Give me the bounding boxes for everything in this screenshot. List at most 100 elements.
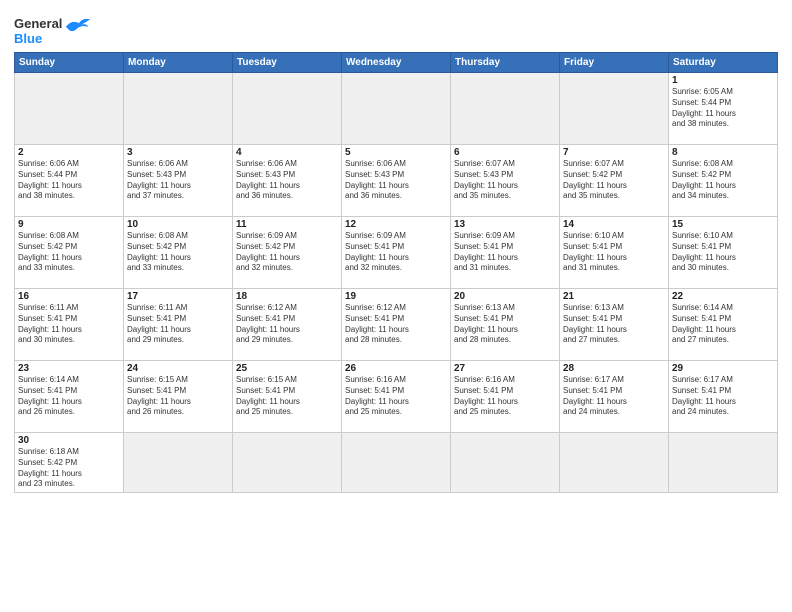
day-number: 3	[127, 147, 229, 158]
day-number: 26	[345, 363, 447, 374]
calendar-cell: 3Sunrise: 6:06 AM Sunset: 5:43 PM Daylig…	[124, 145, 233, 217]
weekday-header-friday: Friday	[560, 53, 669, 73]
day-number: 1	[672, 75, 774, 86]
day-info: Sunrise: 6:06 AM Sunset: 5:43 PM Dayligh…	[345, 159, 447, 202]
calendar-cell: 14Sunrise: 6:10 AM Sunset: 5:41 PM Dayli…	[560, 217, 669, 289]
calendar-cell: 13Sunrise: 6:09 AM Sunset: 5:41 PM Dayli…	[451, 217, 560, 289]
calendar-cell	[342, 433, 451, 493]
day-number: 21	[563, 291, 665, 302]
calendar-cell	[451, 433, 560, 493]
calendar-table: SundayMondayTuesdayWednesdayThursdayFrid…	[14, 52, 778, 493]
logo-blue-text: Blue	[14, 31, 42, 46]
calendar-cell: 18Sunrise: 6:12 AM Sunset: 5:41 PM Dayli…	[233, 289, 342, 361]
day-number: 25	[236, 363, 338, 374]
day-info: Sunrise: 6:14 AM Sunset: 5:41 PM Dayligh…	[672, 303, 774, 346]
calendar-cell: 24Sunrise: 6:15 AM Sunset: 5:41 PM Dayli…	[124, 361, 233, 433]
calendar-cell: 2Sunrise: 6:06 AM Sunset: 5:44 PM Daylig…	[15, 145, 124, 217]
day-info: Sunrise: 6:12 AM Sunset: 5:41 PM Dayligh…	[236, 303, 338, 346]
calendar-cell: 5Sunrise: 6:06 AM Sunset: 5:43 PM Daylig…	[342, 145, 451, 217]
page-header: General Blue	[14, 10, 778, 46]
calendar-cell: 20Sunrise: 6:13 AM Sunset: 5:41 PM Dayli…	[451, 289, 560, 361]
day-number: 14	[563, 219, 665, 230]
day-info: Sunrise: 6:10 AM Sunset: 5:41 PM Dayligh…	[563, 231, 665, 274]
day-info: Sunrise: 6:09 AM Sunset: 5:41 PM Dayligh…	[345, 231, 447, 274]
calendar-cell	[233, 433, 342, 493]
calendar-cell: 25Sunrise: 6:15 AM Sunset: 5:41 PM Dayli…	[233, 361, 342, 433]
calendar-cell	[342, 73, 451, 145]
day-info: Sunrise: 6:05 AM Sunset: 5:44 PM Dayligh…	[672, 87, 774, 130]
day-info: Sunrise: 6:07 AM Sunset: 5:43 PM Dayligh…	[454, 159, 556, 202]
weekday-header-monday: Monday	[124, 53, 233, 73]
day-info: Sunrise: 6:13 AM Sunset: 5:41 PM Dayligh…	[454, 303, 556, 346]
calendar-cell: 10Sunrise: 6:08 AM Sunset: 5:42 PM Dayli…	[124, 217, 233, 289]
logo-bird-icon	[64, 15, 92, 33]
calendar-cell	[124, 73, 233, 145]
calendar-cell: 17Sunrise: 6:11 AM Sunset: 5:41 PM Dayli…	[124, 289, 233, 361]
day-info: Sunrise: 6:08 AM Sunset: 5:42 PM Dayligh…	[672, 159, 774, 202]
calendar-cell: 21Sunrise: 6:13 AM Sunset: 5:41 PM Dayli…	[560, 289, 669, 361]
day-number: 28	[563, 363, 665, 374]
day-info: Sunrise: 6:11 AM Sunset: 5:41 PM Dayligh…	[127, 303, 229, 346]
day-number: 18	[236, 291, 338, 302]
calendar-cell: 6Sunrise: 6:07 AM Sunset: 5:43 PM Daylig…	[451, 145, 560, 217]
calendar-cell: 1Sunrise: 6:05 AM Sunset: 5:44 PM Daylig…	[669, 73, 778, 145]
day-number: 9	[18, 219, 120, 230]
day-info: Sunrise: 6:17 AM Sunset: 5:41 PM Dayligh…	[672, 375, 774, 418]
day-number: 2	[18, 147, 120, 158]
day-number: 23	[18, 363, 120, 374]
day-info: Sunrise: 6:09 AM Sunset: 5:42 PM Dayligh…	[236, 231, 338, 274]
weekday-header-tuesday: Tuesday	[233, 53, 342, 73]
day-info: Sunrise: 6:14 AM Sunset: 5:41 PM Dayligh…	[18, 375, 120, 418]
day-number: 30	[18, 435, 120, 446]
day-number: 5	[345, 147, 447, 158]
day-info: Sunrise: 6:10 AM Sunset: 5:41 PM Dayligh…	[672, 231, 774, 274]
day-info: Sunrise: 6:15 AM Sunset: 5:41 PM Dayligh…	[236, 375, 338, 418]
calendar-cell: 19Sunrise: 6:12 AM Sunset: 5:41 PM Dayli…	[342, 289, 451, 361]
day-number: 29	[672, 363, 774, 374]
day-number: 11	[236, 219, 338, 230]
day-number: 17	[127, 291, 229, 302]
day-info: Sunrise: 6:06 AM Sunset: 5:44 PM Dayligh…	[18, 159, 120, 202]
calendar-cell: 4Sunrise: 6:06 AM Sunset: 5:43 PM Daylig…	[233, 145, 342, 217]
day-number: 24	[127, 363, 229, 374]
calendar-cell: 30Sunrise: 6:18 AM Sunset: 5:42 PM Dayli…	[15, 433, 124, 493]
day-info: Sunrise: 6:12 AM Sunset: 5:41 PM Dayligh…	[345, 303, 447, 346]
day-number: 10	[127, 219, 229, 230]
day-number: 16	[18, 291, 120, 302]
calendar-cell: 22Sunrise: 6:14 AM Sunset: 5:41 PM Dayli…	[669, 289, 778, 361]
day-info: Sunrise: 6:11 AM Sunset: 5:41 PM Dayligh…	[18, 303, 120, 346]
calendar-cell: 12Sunrise: 6:09 AM Sunset: 5:41 PM Dayli…	[342, 217, 451, 289]
day-info: Sunrise: 6:15 AM Sunset: 5:41 PM Dayligh…	[127, 375, 229, 418]
day-number: 19	[345, 291, 447, 302]
day-number: 8	[672, 147, 774, 158]
day-info: Sunrise: 6:09 AM Sunset: 5:41 PM Dayligh…	[454, 231, 556, 274]
day-number: 15	[672, 219, 774, 230]
calendar-cell	[451, 73, 560, 145]
day-number: 6	[454, 147, 556, 158]
weekday-header-wednesday: Wednesday	[342, 53, 451, 73]
calendar-cell	[560, 73, 669, 145]
day-info: Sunrise: 6:06 AM Sunset: 5:43 PM Dayligh…	[127, 159, 229, 202]
day-number: 7	[563, 147, 665, 158]
calendar-cell: 27Sunrise: 6:16 AM Sunset: 5:41 PM Dayli…	[451, 361, 560, 433]
weekday-header-saturday: Saturday	[669, 53, 778, 73]
day-number: 27	[454, 363, 556, 374]
day-info: Sunrise: 6:18 AM Sunset: 5:42 PM Dayligh…	[18, 447, 120, 490]
weekday-header-thursday: Thursday	[451, 53, 560, 73]
day-info: Sunrise: 6:06 AM Sunset: 5:43 PM Dayligh…	[236, 159, 338, 202]
calendar-cell	[669, 433, 778, 493]
day-info: Sunrise: 6:08 AM Sunset: 5:42 PM Dayligh…	[18, 231, 120, 274]
calendar-cell: 9Sunrise: 6:08 AM Sunset: 5:42 PM Daylig…	[15, 217, 124, 289]
day-number: 20	[454, 291, 556, 302]
day-info: Sunrise: 6:08 AM Sunset: 5:42 PM Dayligh…	[127, 231, 229, 274]
calendar-cell: 16Sunrise: 6:11 AM Sunset: 5:41 PM Dayli…	[15, 289, 124, 361]
day-number: 4	[236, 147, 338, 158]
day-info: Sunrise: 6:13 AM Sunset: 5:41 PM Dayligh…	[563, 303, 665, 346]
day-number: 22	[672, 291, 774, 302]
calendar-cell: 11Sunrise: 6:09 AM Sunset: 5:42 PM Dayli…	[233, 217, 342, 289]
calendar-cell: 8Sunrise: 6:08 AM Sunset: 5:42 PM Daylig…	[669, 145, 778, 217]
logo-text: General	[14, 16, 62, 31]
day-info: Sunrise: 6:17 AM Sunset: 5:41 PM Dayligh…	[563, 375, 665, 418]
calendar-cell	[233, 73, 342, 145]
calendar-cell: 7Sunrise: 6:07 AM Sunset: 5:42 PM Daylig…	[560, 145, 669, 217]
